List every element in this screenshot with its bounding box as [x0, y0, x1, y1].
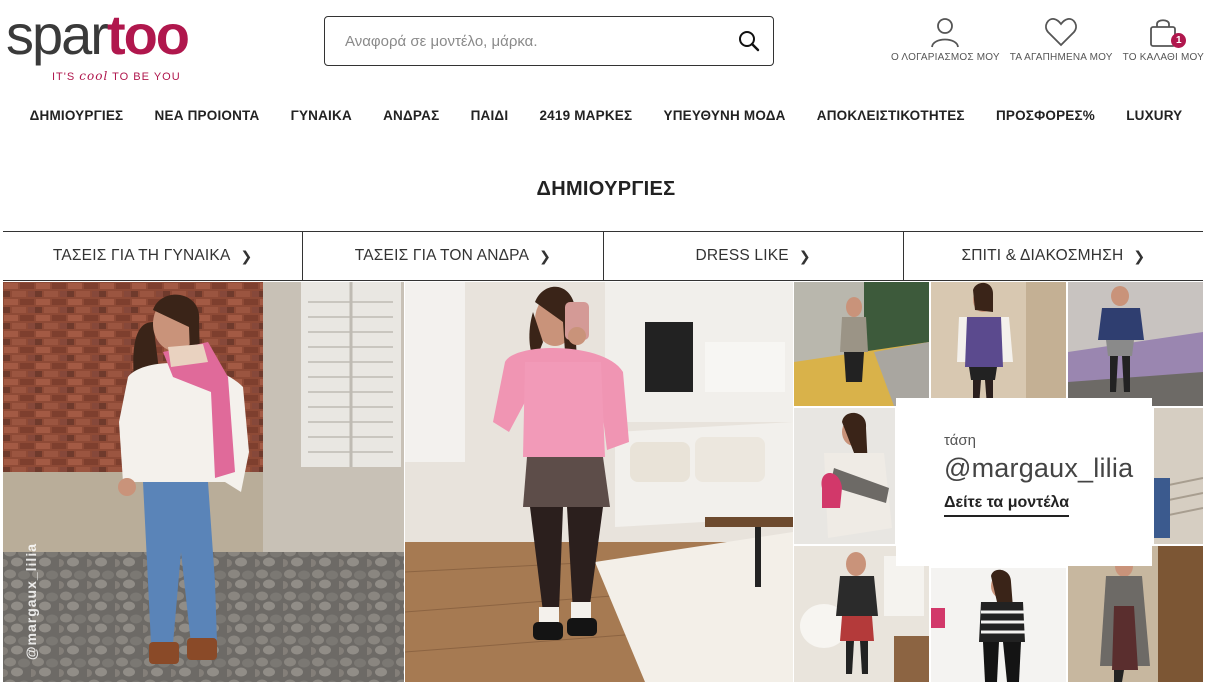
logo-tagline: IT'S cool TO BE YOU	[52, 69, 181, 83]
tab-home-decor-label: ΣΠΙΤΙ & ΔΙΑΚΟΣΜΗΣΗ	[961, 247, 1124, 264]
thumbnail-illustration	[794, 282, 929, 406]
promo-kicker: τάση	[944, 432, 976, 449]
tab-men-trends[interactable]: ΤΑΣΕΙΣ ΓΙΑ ΤΟΝ ΑΝΔΡΑ ❯	[303, 232, 604, 280]
cart-link[interactable]: 1 ΤΟ ΚΑΛΑΘΙ ΜΟΥ	[1123, 14, 1204, 63]
living-room-photo-illustration	[405, 282, 793, 682]
tagline-post: TO BE YOU	[108, 71, 181, 83]
outfit-photo-street[interactable]: @margaux_lilia	[3, 282, 404, 682]
chevron-right-icon: ❯	[539, 247, 552, 264]
header-links: Ο ΛΟΓΑΡΙΑΣΜΟΣ ΜΟΥ ΤΑ ΑΓΑΠΗΜΕΝΑ ΜΟΥ 1 ΤΟ …	[891, 14, 1204, 63]
tab-home-decor[interactable]: ΣΠΙΤΙ & ΔΙΑΚΟΣΜΗΣΗ ❯	[904, 232, 1203, 280]
favorites-label: ΤΑ ΑΓΑΠΗΜΕΝΑ ΜΟΥ	[1009, 52, 1113, 63]
nav-item-women[interactable]: ΓΥΝΑΙΚΑ	[291, 104, 352, 128]
nav-item-kids[interactable]: ΠΑΙΔΙ	[471, 104, 509, 128]
favorites-link[interactable]: ΤΑ ΑΓΑΠΗΜΕΝΑ ΜΟΥ	[1010, 14, 1113, 63]
cart-count-badge: 1	[1171, 33, 1187, 48]
trend-promo-card[interactable]: τάση @margaux_lilia Δείτε τα μοντέλα	[896, 398, 1152, 566]
site-header: spartoo IT'S cool TO BE YOU Ο ΛΟΓΑΡΙΑΣΜΟ…	[0, 0, 1212, 92]
tab-dress-like-label: DRESS LIKE	[695, 247, 789, 264]
see-models-link[interactable]: Δείτε τα μοντέλα	[944, 494, 1070, 517]
category-tabs: ΤΑΣΕΙΣ ΓΙΑ ΤΗ ΓΥΝΑΙΚΑ ❯ ΤΑΣΕΙΣ ΓΙΑ ΤΟΝ ΑΝ…	[3, 231, 1203, 281]
search-bar	[324, 16, 774, 66]
photo-credit-watermark: @margaux_lilia	[23, 542, 39, 660]
thumbnail-illustration	[1068, 546, 1203, 682]
nav-item-responsible-fashion[interactable]: ΥΠΕΥΘΥΝΗ ΜΟΔΑ	[663, 104, 785, 128]
street-photo-illustration	[3, 282, 404, 682]
outfit-thumbnail[interactable]	[931, 568, 1066, 682]
chevron-right-icon: ❯	[240, 247, 253, 264]
outfit-thumbnail[interactable]	[1068, 546, 1203, 682]
user-icon	[928, 14, 962, 50]
tab-men-trends-label: ΤΑΣΕΙΣ ΓΙΑ ΤΟΝ ΑΝΔΡΑ	[354, 247, 530, 264]
outfit-thumbnail[interactable]	[794, 546, 929, 682]
outfit-thumbnail[interactable]	[931, 282, 1066, 406]
tagline-pre: IT'S	[52, 71, 80, 83]
tab-women-trends-label: ΤΑΣΕΙΣ ΓΙΑ ΤΗ ΓΥΝΑΙΚΑ	[52, 247, 231, 264]
chevron-right-icon: ❯	[1133, 247, 1146, 264]
thumbnail-illustration	[794, 546, 929, 682]
outfit-photo-living-room[interactable]	[405, 282, 793, 682]
nav-item-creations[interactable]: ΔΗΜΙΟΥΡΓΙΕΣ	[30, 104, 124, 128]
logo-wordmark: spartoo	[6, 3, 190, 66]
logo-part-too: too	[106, 3, 190, 66]
cart-icon: 1	[1148, 14, 1187, 50]
outfit-thumbnail[interactable]	[794, 408, 895, 544]
nav-item-men[interactable]: ΑΝΔΡΑΣ	[383, 104, 439, 128]
thumbnail-illustration	[931, 282, 1066, 406]
nav-item-new-products[interactable]: ΝΕΑ ΠΡΟΙΟΝΤΑ	[155, 104, 260, 128]
thumbnail-illustration	[1068, 282, 1203, 406]
outfit-thumbnail[interactable]	[1068, 282, 1203, 406]
thumbnail-illustration	[794, 408, 895, 544]
thumbnail-illustration	[1154, 408, 1203, 544]
account-label: Ο ΛΟΓΑΡΙΑΣΜΟΣ ΜΟΥ	[891, 52, 1000, 63]
page-title: ΔΗΜΙΟΥΡΓΙΕΣ	[536, 178, 676, 200]
nav-item-offers[interactable]: ΠΡΟΣΦΟΡΕΣ%	[996, 104, 1095, 128]
search-icon[interactable]	[729, 21, 769, 61]
heart-icon	[1044, 14, 1078, 50]
cart-label: ΤΟ ΚΑΛΑΘΙ ΜΟΥ	[1122, 52, 1204, 63]
nav-item-brands[interactable]: 2419 ΜΑΡΚΕΣ	[539, 104, 632, 128]
tab-dress-like[interactable]: DRESS LIKE ❯	[604, 232, 904, 280]
search-input[interactable]	[325, 17, 729, 65]
nav-item-exclusives[interactable]: ΑΠΟΚΛΕΙΣΤΙΚΟΤΗΤΕΣ	[817, 104, 965, 128]
thumbnail-illustration	[931, 568, 1066, 682]
chevron-right-icon: ❯	[798, 247, 811, 264]
outfit-thumbnail[interactable]	[794, 282, 929, 406]
tagline-cool: cool	[79, 69, 109, 83]
promo-title: @margaux_lilia	[944, 453, 1134, 483]
tab-women-trends[interactable]: ΤΑΣΕΙΣ ΓΙΑ ΤΗ ΓΥΝΑΙΚΑ ❯	[3, 232, 304, 280]
logo-part-spar: spar	[6, 3, 109, 66]
outfit-thumbnail[interactable]	[1154, 408, 1203, 544]
spartoo-logo[interactable]: spartoo IT'S cool TO BE YOU	[6, 6, 236, 86]
nav-item-luxury[interactable]: LUXURY	[1126, 104, 1182, 128]
account-link[interactable]: Ο ΛΟΓΑΡΙΑΣΜΟΣ ΜΟΥ	[891, 14, 1000, 63]
main-nav: ΔΗΜΙΟΥΡΓΙΕΣ ΝΕΑ ΠΡΟΙΟΝΤΑ ΓΥΝΑΙΚΑ ΑΝΔΡΑΣ …	[0, 104, 1212, 128]
